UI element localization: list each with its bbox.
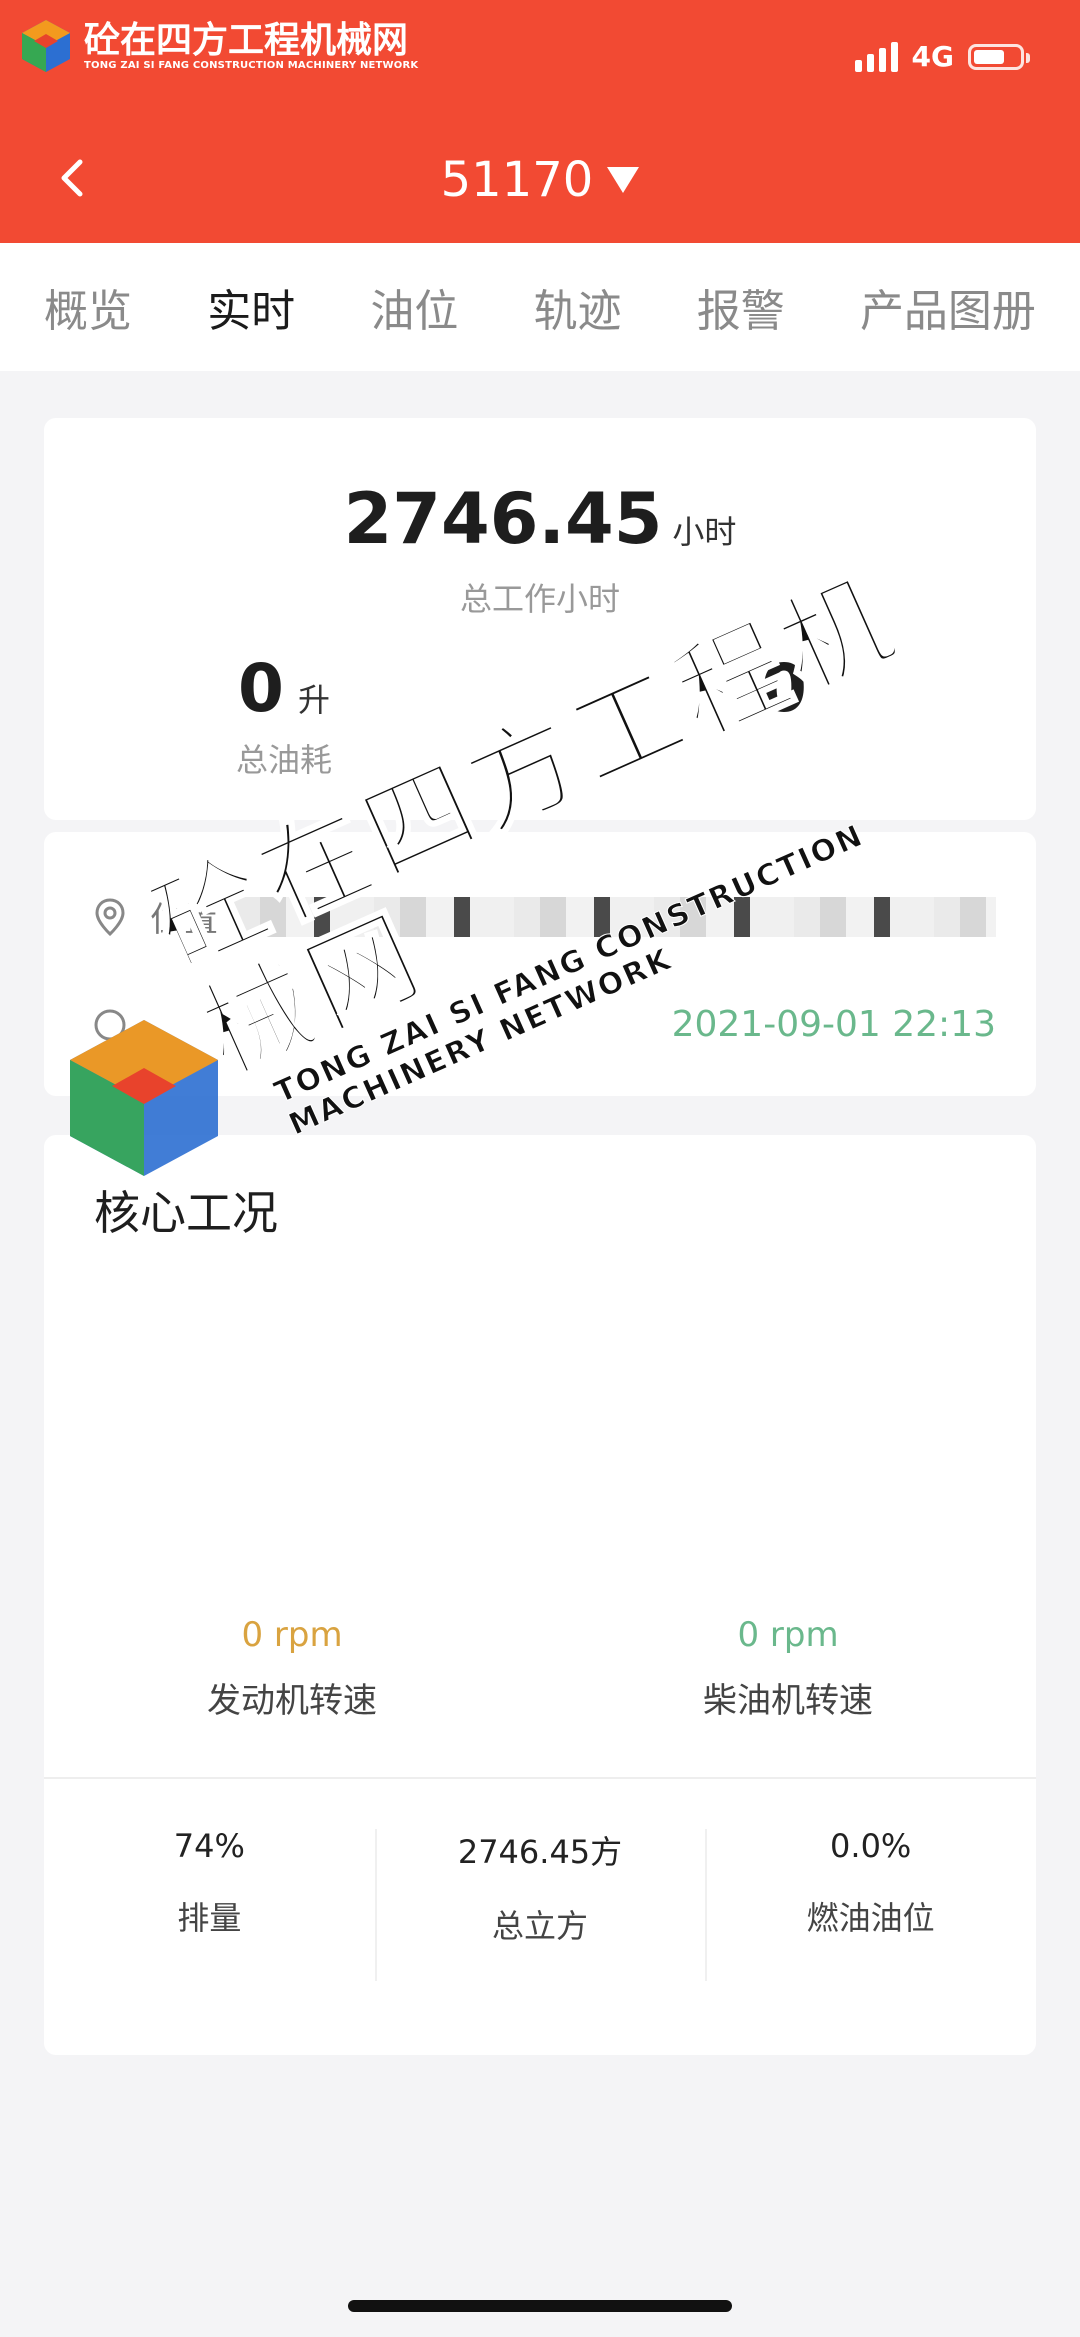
tab-alarm[interactable]: 报警 <box>697 259 785 355</box>
tab-bar: 概览 实时 油位 轨迹 报警 产品图册 <box>0 243 1080 371</box>
diesel-speed-value: 0 rpm <box>737 1615 839 1655</box>
stat-label: 燃油油位 <box>806 1899 935 1937</box>
position-row[interactable]: 位置 <box>92 892 996 941</box>
stat-label: 排量 <box>177 1899 242 1937</box>
device-id: 51170 <box>440 152 594 208</box>
stat-value: 0.0% <box>830 1827 912 1865</box>
total-hours: 2746.45 小时 总工作小时 <box>44 478 1036 620</box>
summary-card: 2746.45 小时 总工作小时 0 升 总油耗 0 <box>44 418 1036 820</box>
diesel-speed-label: 柴油机转速 <box>703 1681 873 1721</box>
total-fuel-unit: 升 <box>297 681 330 719</box>
total-hours-label: 总工作小时 <box>459 580 620 618</box>
stat-total-volume: 2746.45方 总立方 <box>374 1815 706 1995</box>
engine-speed-value: 0 rpm <box>241 1615 343 1655</box>
stat-value: 74% <box>173 1827 245 1865</box>
position-label: 位置 <box>150 900 218 940</box>
back-button[interactable] <box>52 148 92 208</box>
total-fuel-value: 0 <box>238 650 284 727</box>
total-fuel-label: 总油耗 <box>235 741 332 779</box>
brand-name-en: TONG ZAI SI FANG CONSTRUCTION MACHINERY … <box>84 59 419 71</box>
diesel-speed: 0 rpm 柴油机转速 <box>540 1615 1036 1722</box>
total-power: 0 <box>624 650 944 727</box>
total-hours-value: 2746.45 <box>343 478 663 560</box>
total-hours-unit: 小时 <box>672 513 737 551</box>
caret-down-icon <box>607 167 640 193</box>
total-power-value: 0 <box>761 650 807 727</box>
brand-name: 砼在四方工程机械网 <box>84 19 409 61</box>
brand-watermark: 砼在四方工程机械网 TONG ZAI SI FANG CONSTRUCTION … <box>18 18 418 74</box>
page-title: 51170 <box>0 148 1080 212</box>
stat-label: 总立方 <box>492 1907 589 1945</box>
stat-fuel-level: 0.0% 燃油油位 <box>705 1815 1036 1995</box>
brand-logo-icon <box>22 20 70 72</box>
location-pin-icon <box>95 897 125 936</box>
stats-row: 74% 排量 2746.45方 总立方 0.0% 燃油油位 <box>44 1815 1036 1995</box>
device-selector[interactable]: 51170 <box>441 148 640 212</box>
divider <box>44 1777 1036 1779</box>
top-bar: 砼在四方工程机械网 TONG ZAI SI FANG CONSTRUCTION … <box>0 0 1080 243</box>
position-redacted <box>234 896 996 937</box>
location-time: 2021-09-01 22:13 <box>671 1004 996 1045</box>
network-label: 4G <box>911 40 954 73</box>
battery-icon <box>968 43 1030 70</box>
tab-realtime[interactable]: 实时 <box>207 259 296 355</box>
stat-displacement: 74% 排量 <box>44 1815 375 1995</box>
chevron-left-icon <box>61 159 83 197</box>
core-conditions-card: 核心工况 0 rpm 发动机转速 0 rpm 柴油机转速 74% 排量 2746… <box>44 1135 1036 2055</box>
home-indicator[interactable] <box>348 2300 732 2312</box>
tab-product-catalog[interactable]: 产品图册 <box>860 259 1036 355</box>
signal-icon <box>854 41 898 72</box>
engine-speed-label: 发动机转速 <box>207 1681 377 1721</box>
watermark-logo-icon <box>70 1020 218 1176</box>
engine-speed: 0 rpm 发动机转速 <box>44 1615 540 1722</box>
stat-value: 2746.45方 <box>457 1833 623 1871</box>
tab-track[interactable]: 轨迹 <box>534 259 622 355</box>
status-bar: 4G <box>854 40 1030 73</box>
tab-fuel-level[interactable]: 油位 <box>370 259 458 355</box>
tab-overview[interactable]: 概览 <box>44 259 132 355</box>
core-conditions-title: 核心工况 <box>94 1186 278 1240</box>
total-fuel: 0 升 总油耗 <box>124 650 444 781</box>
